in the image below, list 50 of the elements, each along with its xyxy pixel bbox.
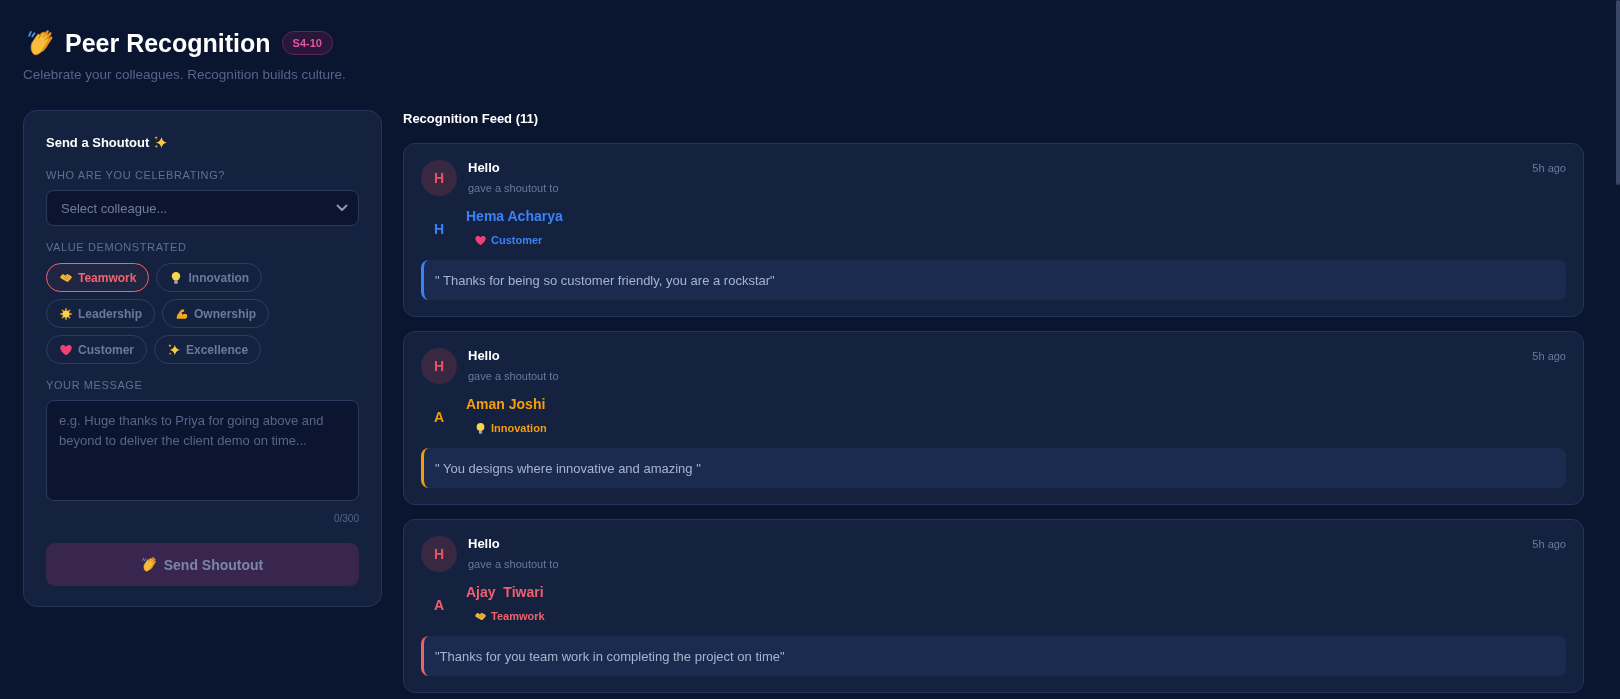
lightbulb-icon	[170, 271, 183, 284]
version-badge: S4-10	[281, 31, 333, 55]
flexed-arm-icon	[176, 307, 189, 320]
sender-avatar: H	[421, 536, 457, 572]
value-tag: Innovation	[491, 422, 547, 434]
field-label: YOUR MESSAGE	[46, 378, 144, 392]
handshake-icon	[60, 271, 72, 284]
page-subtitle: Celebrate your colleagues. Recognition builds culture.	[23, 66, 347, 84]
sparkles-icon	[154, 136, 168, 149]
character-count: 0/300	[333, 513, 359, 525]
clapping-hands-icon	[141, 557, 157, 572]
sender-name: Hello	[468, 348, 501, 364]
clapping-hands-icon	[28, 30, 54, 56]
page-title: Peer Recognition	[65, 28, 271, 58]
value-tag: Customer	[491, 234, 543, 246]
lightbulb-icon	[475, 422, 486, 434]
action-text: gave a shoutout to	[468, 181, 560, 195]
handshake-icon	[475, 610, 486, 622]
heart-icon	[475, 234, 486, 246]
sender-name: Hello	[468, 536, 501, 552]
message-quote: " You designs where innovative and amazing "	[421, 448, 1566, 488]
recipient-name: Aman Joshi	[466, 396, 547, 412]
recipient-name: Hema Acharya	[466, 208, 563, 224]
message-quote: "Thanks for you team work in completing the project on time"	[421, 636, 1566, 676]
sparkles-icon	[168, 343, 180, 356]
value-chip[interactable]: Teamwork	[46, 263, 150, 292]
panel-title: Send a Shoutout	[46, 135, 150, 150]
field-label: VALUE DEMONSTRATED	[46, 240, 188, 254]
value-tag: Teamwork	[491, 610, 545, 622]
scrollbar-thumb[interactable]	[1616, 0, 1620, 185]
field-label: WHO ARE YOU CELEBRATING?	[46, 168, 227, 182]
chevron-down-icon	[336, 204, 348, 212]
heart-icon	[60, 343, 72, 356]
timestamp: 5h ago	[1532, 537, 1566, 552]
timestamp: 5h ago	[1532, 161, 1566, 176]
sun-icon	[60, 307, 72, 320]
sender-avatar: H	[421, 160, 457, 196]
message-quote: " Thanks for being so customer friendly, you are a rockstar"	[421, 260, 1566, 300]
recipient-name: Ajay Tiwari	[466, 584, 545, 600]
sender-name: Hello	[468, 160, 501, 176]
recipient-initial: A	[432, 597, 446, 613]
sender-avatar: H	[421, 348, 457, 384]
recipient-initial: H	[432, 221, 446, 237]
colleague-select[interactable]: Select colleague...	[46, 190, 359, 226]
timestamp: 5h ago	[1532, 349, 1566, 364]
recipient-initial: A	[432, 409, 446, 425]
action-text: gave a shoutout to	[468, 369, 560, 383]
message-field[interactable]: e.g. Huge thanks to Priya for going above and beyond to deliver the client demo on time...	[46, 400, 359, 501]
feed-title: Recognition Feed (11)	[403, 110, 540, 128]
action-text: gave a shoutout to	[468, 557, 560, 571]
